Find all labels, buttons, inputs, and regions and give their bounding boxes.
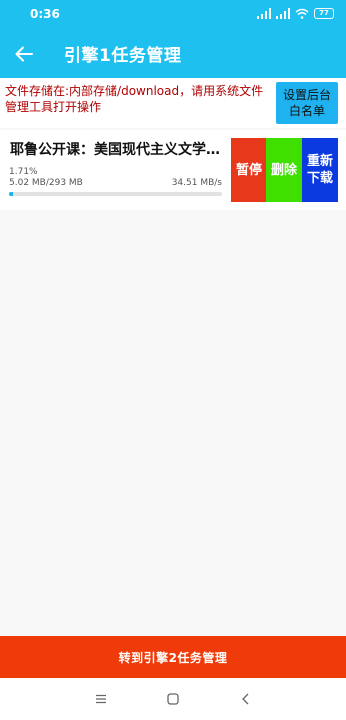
task-percent: 1.71% <box>9 167 38 177</box>
signal-icon-2 <box>276 8 290 19</box>
page-title: 引擎1任务管理 <box>64 46 182 66</box>
redownload-button-line1: 重新 <box>306 154 333 169</box>
storage-notice-text: 文件存储在:内部存储/download，请用系统文件管理工具打开操作 <box>5 84 264 114</box>
task-speed: 34.51 MB/s <box>171 178 222 188</box>
system-nav-bar <box>0 678 346 720</box>
delete-button-label: 删除 <box>270 162 297 178</box>
app-bar: 引擎1任务管理 <box>0 30 346 78</box>
whitelist-button-line2: 白名单 <box>288 104 325 118</box>
back-nav-button[interactable] <box>235 688 257 710</box>
arrow-left-icon <box>15 46 33 62</box>
menu-nav-button[interactable] <box>90 688 112 710</box>
wifi-icon <box>295 8 309 19</box>
pause-button-label: 暂停 <box>235 162 262 178</box>
redownload-button-line2: 下载 <box>306 171 333 186</box>
back-button[interactable] <box>8 38 40 70</box>
chevron-left-icon <box>242 693 249 705</box>
task-title: 耶鲁公开课：美国现代主义文学… <box>10 142 220 158</box>
progress-fill <box>9 192 13 196</box>
menu-icon <box>96 694 106 704</box>
home-nav-button[interactable] <box>162 688 184 710</box>
go-to-engine2-label: 转到引擎2任务管理 <box>118 650 228 665</box>
progress-bar <box>9 192 222 196</box>
task-size: 5.02 MB/293 MB <box>9 178 83 188</box>
status-bar: 0:36 77 <box>0 0 346 30</box>
pause-button[interactable]: 暂停 <box>231 138 267 202</box>
status-time: 0:36 <box>30 7 60 21</box>
set-whitelist-button[interactable]: 设置后台 白名单 <box>276 82 338 124</box>
status-icons: 77 <box>257 8 334 19</box>
go-to-engine2-button[interactable]: 转到引擎2任务管理 <box>0 636 346 678</box>
whitelist-button-line1: 设置后台 <box>282 88 331 102</box>
delete-button[interactable]: 删除 <box>266 138 302 202</box>
signal-icon <box>257 8 271 19</box>
redownload-button[interactable]: 重新 下载 <box>302 138 338 202</box>
battery-icon: 77 <box>314 8 334 19</box>
home-square-icon <box>167 693 179 705</box>
